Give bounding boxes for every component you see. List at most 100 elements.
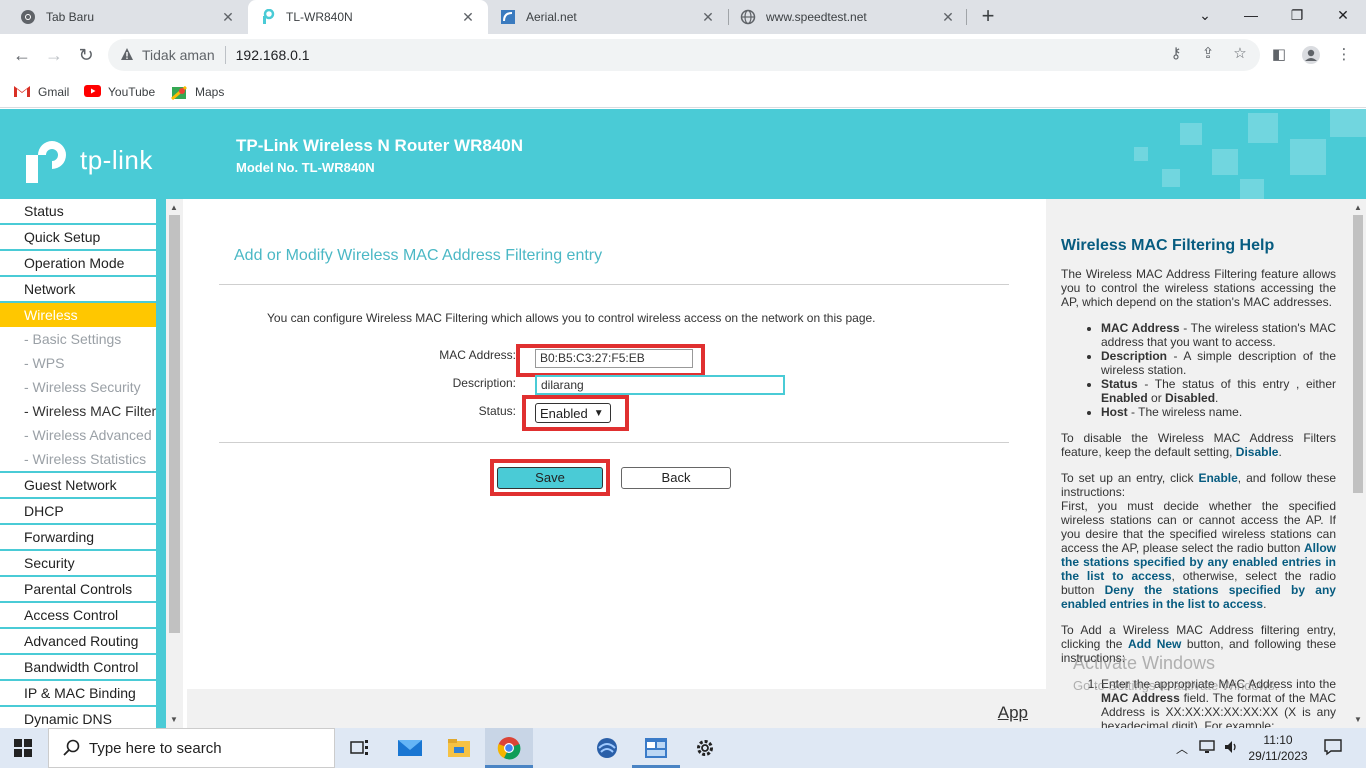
scrollbar-thumb[interactable]	[1353, 215, 1363, 493]
menu-item-quick-setup[interactable]: Quick Setup	[0, 225, 156, 249]
system-clock[interactable]: 11:10 29/11/2023	[1248, 732, 1308, 764]
menu-item-bandwidth-control[interactable]: Bandwidth Control	[0, 655, 156, 679]
app-globe-icon[interactable]	[593, 734, 621, 762]
close-tab-icon[interactable]: ✕	[220, 9, 236, 26]
decor-square	[1162, 169, 1180, 187]
tab-speedtest[interactable]: www.speedtest.net ✕	[728, 0, 968, 34]
mac-address-input[interactable]: B0:B5:C3:27:F5:EB	[535, 349, 693, 368]
decor-square	[1240, 179, 1264, 199]
share-icon[interactable]: ⇪	[1198, 44, 1218, 64]
decor-square	[1134, 147, 1148, 161]
bookmark-youtube[interactable]: YouTube	[84, 82, 155, 102]
submenu-wps[interactable]: - WPS	[0, 351, 156, 375]
help-term: Host	[1101, 405, 1128, 419]
help-text: To disable the Wireless MAC Address Filt…	[1061, 431, 1336, 459]
menu-item-ip-mac-binding[interactable]: IP & MAC Binding	[0, 681, 156, 705]
chrome-icon	[20, 9, 36, 25]
submenu-basic-settings[interactable]: - Basic Settings	[0, 327, 156, 351]
minimize-icon[interactable]: —	[1228, 0, 1274, 30]
back-icon[interactable]: ←	[10, 43, 34, 67]
back-button[interactable]: Back	[621, 467, 731, 489]
key-icon[interactable]: ⚷	[1166, 44, 1186, 64]
tab-aerial[interactable]: Aerial.net ✕	[488, 0, 728, 34]
windows-start-icon[interactable]	[14, 739, 32, 757]
close-tab-icon[interactable]: ✕	[460, 9, 476, 26]
file-explorer-icon[interactable]	[445, 734, 473, 762]
scroll-down-icon[interactable]: ▼	[170, 715, 178, 724]
tab-tab-baru[interactable]: Tab Baru ✕	[8, 0, 248, 34]
clock-date: 29/11/2023	[1248, 749, 1308, 763]
chrome-taskbar-icon[interactable]	[495, 734, 523, 762]
menu-kebab-icon[interactable]: ⋮	[1334, 45, 1354, 65]
menu-item-parental-controls[interactable]: Parental Controls	[0, 577, 156, 601]
bookmark-maps[interactable]: Maps	[171, 82, 224, 102]
save-button[interactable]: Save	[497, 467, 603, 489]
mail-icon[interactable]	[396, 734, 424, 762]
help-scrollbar[interactable]: ▲ ▼	[1350, 199, 1366, 728]
menu-item-advanced-routing[interactable]: Advanced Routing	[0, 629, 156, 653]
tab-title: Aerial.net	[526, 10, 577, 24]
help-text: - The wireless name.	[1127, 405, 1243, 419]
new-tab-button[interactable]: +	[976, 4, 1000, 30]
menu-item-dhcp[interactable]: DHCP	[0, 499, 156, 523]
warning-icon	[120, 47, 136, 64]
forward-icon[interactable]: →	[42, 43, 66, 67]
bottom-strip: App	[187, 689, 1046, 728]
menu-item-wireless[interactable]: Wireless	[0, 303, 156, 327]
scrollbar-thumb[interactable]	[169, 215, 180, 633]
close-tab-icon[interactable]: ✕	[940, 9, 956, 26]
help-paragraph: To disable the Wireless MAC Address Filt…	[1061, 431, 1336, 459]
gmail-icon	[14, 85, 30, 99]
menu-item-operation-mode[interactable]: Operation Mode	[0, 251, 156, 275]
bookmark-star-icon[interactable]: ☆	[1230, 44, 1250, 64]
restore-icon[interactable]: ❐	[1274, 0, 1320, 30]
menu-item-forwarding[interactable]: Forwarding	[0, 525, 156, 549]
app-link[interactable]: App	[998, 703, 1028, 723]
close-window-icon[interactable]: ✕	[1320, 0, 1366, 30]
reload-icon[interactable]: ↻	[74, 43, 98, 67]
submenu-wireless-mac-filtering[interactable]: - Wireless MAC Filtering	[0, 399, 156, 423]
submenu-wireless-advanced[interactable]: - Wireless Advanced	[0, 423, 156, 447]
browser-tab-strip: Tab Baru ✕ TL-WR840N ✕ Aerial.net ✕ www.…	[0, 0, 1366, 34]
notification-icon[interactable]	[1324, 738, 1342, 768]
tplink-logo-icon	[26, 141, 66, 183]
scroll-down-icon[interactable]: ▼	[1354, 715, 1362, 724]
router-model: Model No. TL-WR840N	[236, 160, 375, 175]
taskbar-search[interactable]: Type here to search	[48, 728, 335, 768]
side-panel-icon[interactable]: ◧	[1269, 45, 1289, 65]
globe-icon	[740, 9, 756, 25]
submenu-wireless-statistics[interactable]: - Wireless Statistics	[0, 447, 156, 471]
help-text: or	[1147, 391, 1166, 405]
task-view-icon[interactable]	[346, 734, 374, 762]
app-window-icon[interactable]	[642, 734, 670, 762]
scroll-up-icon[interactable]: ▲	[1354, 203, 1362, 212]
description-input[interactable]: dilarang	[535, 375, 785, 395]
volume-icon[interactable]	[1223, 739, 1241, 768]
address-bar[interactable]: Tidak aman 192.168.0.1	[108, 39, 1260, 71]
menu-item-status[interactable]: Status	[0, 199, 156, 223]
close-tab-icon[interactable]: ✕	[700, 9, 716, 26]
network-icon[interactable]	[1199, 739, 1217, 768]
help-text: .	[1263, 597, 1267, 611]
browser-toolbar: ← → ↻ Tidak aman 192.168.0.1 ⚷ ⇪ ☆ ◧ ⋮	[0, 34, 1366, 76]
submenu-wireless-security[interactable]: - Wireless Security	[0, 375, 156, 399]
profile-avatar-icon[interactable]	[1301, 45, 1321, 65]
menu-scrollbar[interactable]: ▲ ▼	[166, 199, 183, 728]
menu-item-access-control[interactable]: Access Control	[0, 603, 156, 627]
tray-chevron-up-icon[interactable]: ︿	[1176, 740, 1188, 768]
menu-item-security[interactable]: Security	[0, 551, 156, 575]
decor-square	[1212, 149, 1238, 175]
tab-tl-wr840n[interactable]: TL-WR840N ✕	[248, 0, 488, 34]
status-select[interactable]: Enabled ▼	[535, 403, 611, 423]
scroll-up-icon[interactable]: ▲	[170, 203, 178, 212]
settings-gear-icon[interactable]	[691, 734, 719, 762]
menu-item-dynamic-dns[interactable]: Dynamic DNS	[0, 707, 156, 728]
youtube-icon	[84, 85, 101, 99]
help-list-item: MAC Address - The wireless station's MAC…	[1101, 321, 1336, 349]
help-list-item: Description - A simple description of th…	[1101, 349, 1336, 377]
status-value: Enabled	[540, 405, 588, 421]
bookmark-gmail[interactable]: Gmail	[14, 82, 69, 102]
menu-item-guest-network[interactable]: Guest Network	[0, 473, 156, 497]
tab-search-icon[interactable]: ⌄	[1182, 0, 1228, 30]
menu-item-network[interactable]: Network	[0, 277, 156, 301]
